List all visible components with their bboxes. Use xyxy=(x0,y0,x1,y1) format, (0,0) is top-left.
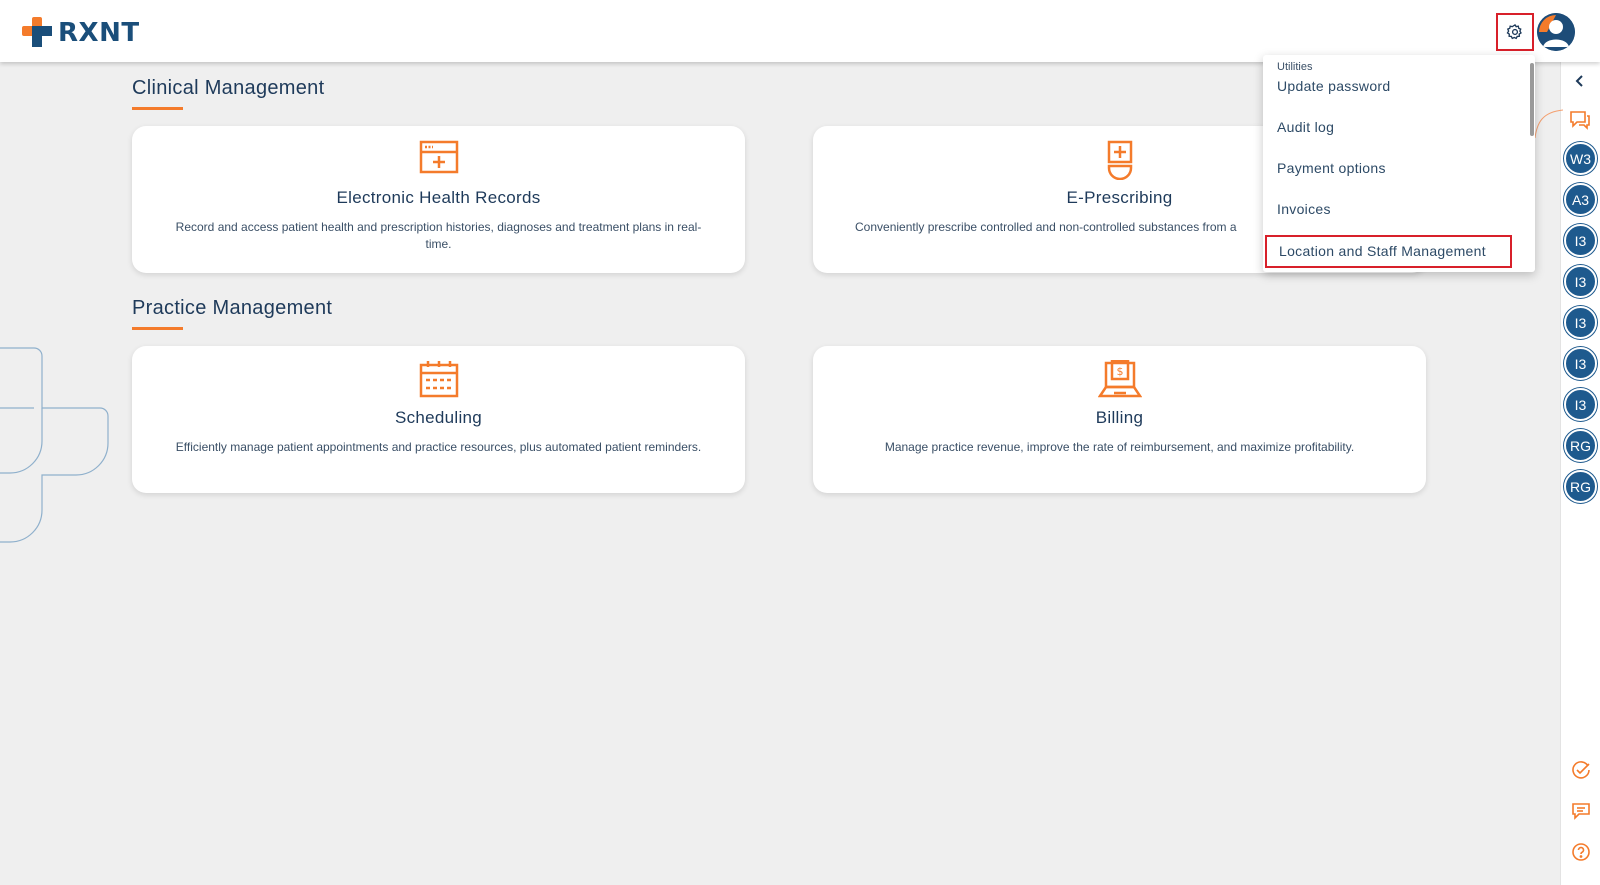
card-title: Electronic Health Records xyxy=(336,188,541,207)
user-avatar[interactable] xyxy=(1537,13,1575,51)
card-description: Efficiently manage patient appointments … xyxy=(175,440,702,454)
section-title-practice: Practice Management xyxy=(132,297,333,319)
check-circle-icon[interactable] xyxy=(1571,760,1591,780)
menu-item-location-staff-management[interactable]: Location and Staff Management xyxy=(1265,235,1512,268)
connector-line xyxy=(1534,109,1563,139)
rxnt-cross-icon xyxy=(22,17,52,47)
menu-item-payment-options[interactable]: Payment options xyxy=(1277,160,1386,176)
billing-icon: $ xyxy=(1097,360,1142,398)
section-underline xyxy=(132,107,183,110)
chevron-left-icon[interactable] xyxy=(1573,74,1587,88)
rail-badge[interactable]: A3 xyxy=(1564,183,1597,216)
utilities-dropdown: Utilities Update password Audit log Paym… xyxy=(1263,55,1535,272)
gear-icon xyxy=(1506,23,1522,40)
rail-badge[interactable]: I3 xyxy=(1564,347,1597,380)
ehr-icon xyxy=(419,140,458,174)
decorative-plus-outline xyxy=(0,347,109,543)
dropdown-header: Utilities xyxy=(1277,61,1313,73)
help-icon[interactable] xyxy=(1571,842,1591,862)
rail-badge[interactable]: I3 xyxy=(1564,388,1597,421)
card-billing[interactable]: $ Billing Manage practice revenue, impro… xyxy=(813,346,1426,493)
settings-button[interactable] xyxy=(1496,13,1534,51)
chat-bubbles-icon[interactable] xyxy=(1569,110,1591,130)
rail-badge[interactable]: I3 xyxy=(1564,306,1597,339)
section-underline xyxy=(132,327,183,330)
menu-item-invoices[interactable]: Invoices xyxy=(1277,201,1331,217)
card-title: Scheduling xyxy=(394,408,483,427)
rail-badge[interactable]: I3 xyxy=(1564,265,1597,298)
user-icon xyxy=(1537,13,1575,51)
card-title: Billing xyxy=(1095,408,1144,427)
card-description: Record and access patient health and pre… xyxy=(175,220,702,251)
rxnt-logo[interactable]: RXNT xyxy=(22,17,140,49)
card-description: Manage practice revenue, improve the rat… xyxy=(884,440,1355,454)
menu-item-audit-log[interactable]: Audit log xyxy=(1277,119,1334,135)
right-rail: W3 A3 I3 I3 I3 I3 I3 RG RG xyxy=(1560,62,1600,885)
top-header: RXNT xyxy=(0,0,1600,62)
rail-badge[interactable]: RG xyxy=(1564,429,1597,462)
card-ehr[interactable]: Electronic Health Records Record and acc… xyxy=(132,126,745,273)
rail-badge[interactable]: W3 xyxy=(1564,142,1597,175)
eprescribe-icon xyxy=(1107,140,1132,180)
menu-item-update-password[interactable]: Update password xyxy=(1277,78,1390,94)
rail-badge[interactable]: I3 xyxy=(1564,224,1597,257)
logo-text: RXNT xyxy=(58,18,140,48)
svg-text:$: $ xyxy=(1116,365,1123,378)
section-title-clinical: Clinical Management xyxy=(132,77,325,99)
message-icon[interactable] xyxy=(1571,802,1591,820)
dropdown-scrollbar[interactable] xyxy=(1530,63,1534,136)
card-scheduling[interactable]: Scheduling Efficiently manage patient ap… xyxy=(132,346,745,493)
calendar-icon xyxy=(419,361,458,398)
rail-badge[interactable]: RG xyxy=(1564,470,1597,503)
